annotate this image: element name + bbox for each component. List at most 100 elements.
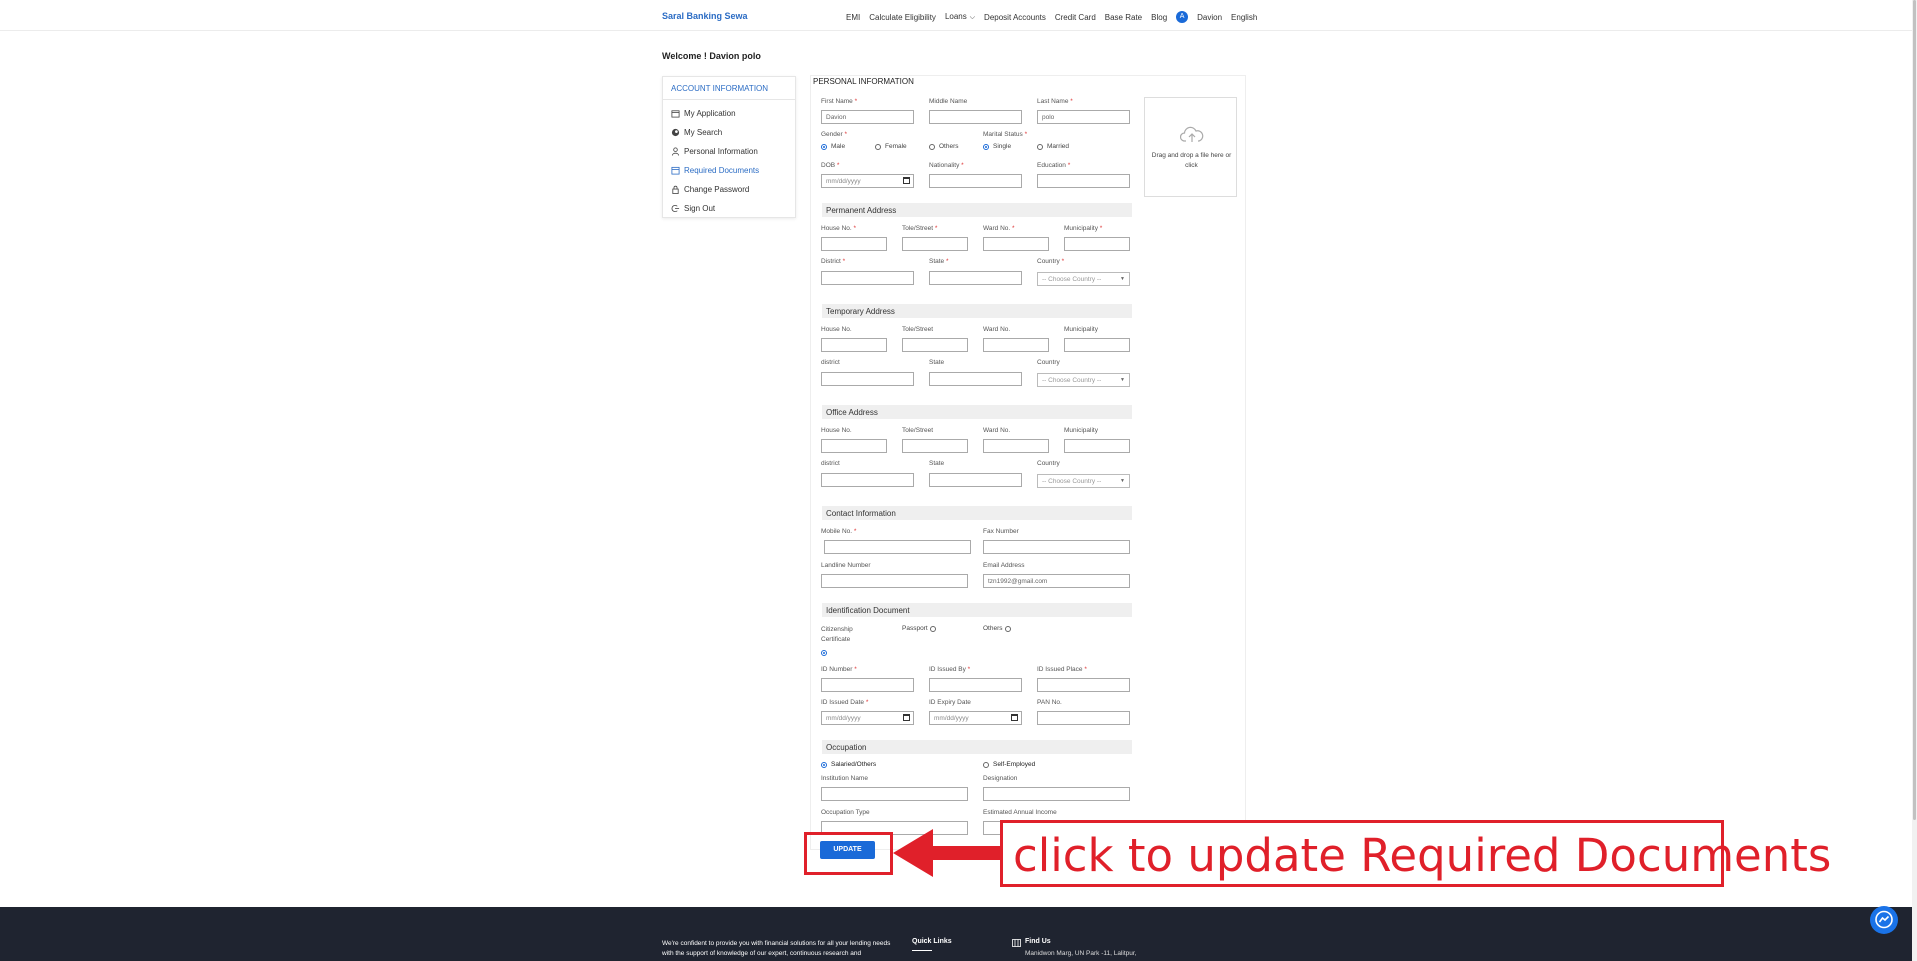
messenger-chat-button[interactable] <box>1870 906 1898 934</box>
scrollbar-thumb[interactable] <box>1913 0 1916 820</box>
institution-name-field[interactable] <box>821 787 968 801</box>
gender-others-radio[interactable]: Others <box>929 143 959 150</box>
middle-name-label: Middle Name <box>929 98 968 105</box>
radio-label: Others <box>983 625 1003 632</box>
perm-country-select[interactable]: -- Choose Country -- ▼ <box>1037 272 1130 286</box>
sidebar-item-label: Personal Information <box>684 147 758 156</box>
label-text: Mobile No. <box>821 528 853 535</box>
salaried-radio[interactable]: Salaried/Others <box>821 761 876 768</box>
perm-state-field[interactable] <box>929 271 1022 285</box>
footer-find-us-heading: Find Us <box>1025 938 1051 945</box>
map-icon <box>1012 939 1021 947</box>
sidebar-item-personal-information[interactable]: Personal Information <box>663 142 795 161</box>
required-mark: * <box>1067 162 1071 169</box>
id-number-field[interactable] <box>821 678 914 692</box>
perm-ward-field[interactable] <box>983 237 1049 251</box>
calendar-icon[interactable] <box>903 714 910 721</box>
last-name-field[interactable]: polo <box>1037 110 1130 124</box>
vertical-scrollbar[interactable] <box>1912 0 1917 961</box>
user-menu[interactable]: A Davion <box>1176 11 1222 23</box>
nav-link-blog[interactable]: Blog <box>1151 13 1167 22</box>
temp-country-select[interactable]: -- Choose Country -- ▼ <box>1037 373 1130 387</box>
email-field[interactable]: tzn1992@gmail.com <box>983 574 1130 588</box>
gender-female-radio[interactable]: Female <box>875 143 907 150</box>
required-mark: * <box>854 98 858 105</box>
temp-district-field[interactable] <box>821 372 914 386</box>
user-icon <box>671 147 680 156</box>
sidebar-item-my-search[interactable]: My Search <box>663 123 795 142</box>
pan-no-field[interactable] <box>1037 711 1130 725</box>
temp-municipality-field[interactable] <box>1064 338 1130 352</box>
account-sidebar: ACCOUNT INFORMATION My Application My Se… <box>662 76 796 218</box>
annotation-callout-text: click to update Required Documents <box>1013 829 1832 882</box>
marital-married-radio[interactable]: Married <box>1037 143 1069 150</box>
temp-state-field[interactable] <box>929 372 1022 386</box>
middle-name-field[interactable] <box>929 110 1022 124</box>
radio-label: Male <box>831 143 846 150</box>
nav-link-emi[interactable]: EMI <box>846 13 860 22</box>
id-expiry-date-field[interactable]: mm/dd/yyyy <box>929 711 1022 725</box>
others-radio[interactable]: Others <box>983 625 1015 632</box>
temporary-address-header: Temporary Address <box>822 304 1132 318</box>
temp-house-field[interactable] <box>821 338 887 352</box>
messenger-icon <box>1875 910 1893 929</box>
citizenship-radio[interactable] <box>821 650 831 656</box>
nav-link-loans[interactable]: Loans ⌵ <box>945 12 975 22</box>
sidebar-item-required-documents[interactable]: Required Documents <box>663 161 795 180</box>
temp-country-label: Country <box>1037 359 1060 366</box>
perm-house-field[interactable] <box>821 237 887 251</box>
cloud-upload-icon <box>1180 126 1204 142</box>
temp-state-label: State <box>929 359 945 366</box>
id-issued-by-field[interactable] <box>929 678 1022 692</box>
gender-label: Gender * <box>821 131 847 138</box>
required-mark: * <box>967 666 971 673</box>
office-district-field[interactable] <box>821 473 914 487</box>
calendar-icon[interactable] <box>1011 714 1018 721</box>
id-issued-date-field[interactable]: mm/dd/yyyy <box>821 711 914 725</box>
select-placeholder: -- Choose Country -- <box>1042 478 1102 485</box>
nav-link-credit-card[interactable]: Credit Card <box>1055 13 1096 22</box>
perm-house-label: House No. * <box>821 225 856 232</box>
gender-male-radio[interactable]: Male <box>821 143 845 150</box>
sidebar-item-my-application[interactable]: My Application <box>663 104 795 123</box>
designation-field[interactable] <box>983 787 1130 801</box>
temp-tole-field[interactable] <box>902 338 968 352</box>
user-name: Davion <box>1197 12 1223 22</box>
id-issued-place-field[interactable] <box>1037 678 1130 692</box>
language-selector[interactable]: English <box>1231 13 1257 22</box>
dob-date-field[interactable]: mm/dd/yyyy <box>821 174 914 188</box>
education-field[interactable] <box>1037 174 1130 188</box>
landline-field[interactable] <box>821 574 968 588</box>
self-employed-radio[interactable]: Self-Employed <box>983 761 1035 768</box>
nav-link-base-rate[interactable]: Base Rate <box>1105 13 1142 22</box>
perm-municipality-field[interactable] <box>1064 237 1130 251</box>
radio-label: Married <box>1047 143 1070 150</box>
occupation-header: Occupation <box>822 740 1132 754</box>
office-tole-field[interactable] <box>902 439 968 453</box>
marital-single-radio[interactable]: Single <box>983 143 1011 150</box>
pan-no-label: PAN No. <box>1037 699 1062 706</box>
nav-link-eligibility[interactable]: Calculate Eligibility <box>869 13 936 22</box>
office-house-field[interactable] <box>821 439 887 453</box>
fax-field[interactable] <box>983 540 1130 554</box>
nav-link-deposit[interactable]: Deposit Accounts <box>984 13 1046 22</box>
brand-logo[interactable]: Saral Banking Sewa <box>662 11 748 21</box>
office-country-select[interactable]: -- Choose Country -- ▼ <box>1037 474 1130 488</box>
sidebar-item-change-password[interactable]: Change Password <box>663 180 795 199</box>
globe-icon <box>671 128 680 137</box>
mobile-field[interactable] <box>824 540 971 554</box>
perm-district-field[interactable] <box>821 271 914 285</box>
id-issued-place-label: ID Issued Place * <box>1037 666 1087 673</box>
file-dropzone[interactable]: Drag and drop a file here or click <box>1144 97 1237 197</box>
calendar-icon[interactable] <box>903 177 910 184</box>
office-ward-field[interactable] <box>983 439 1049 453</box>
office-municipality-field[interactable] <box>1064 439 1130 453</box>
sidebar-item-sign-out[interactable]: Sign Out <box>663 199 795 218</box>
office-state-field[interactable] <box>929 473 1022 487</box>
passport-radio[interactable]: Passport <box>902 625 940 632</box>
perm-tole-field[interactable] <box>902 237 968 251</box>
nationality-field[interactable] <box>929 174 1022 188</box>
first-name-field[interactable]: Davion <box>821 110 914 124</box>
temp-ward-field[interactable] <box>983 338 1049 352</box>
label-text: Last Name <box>1037 98 1069 105</box>
